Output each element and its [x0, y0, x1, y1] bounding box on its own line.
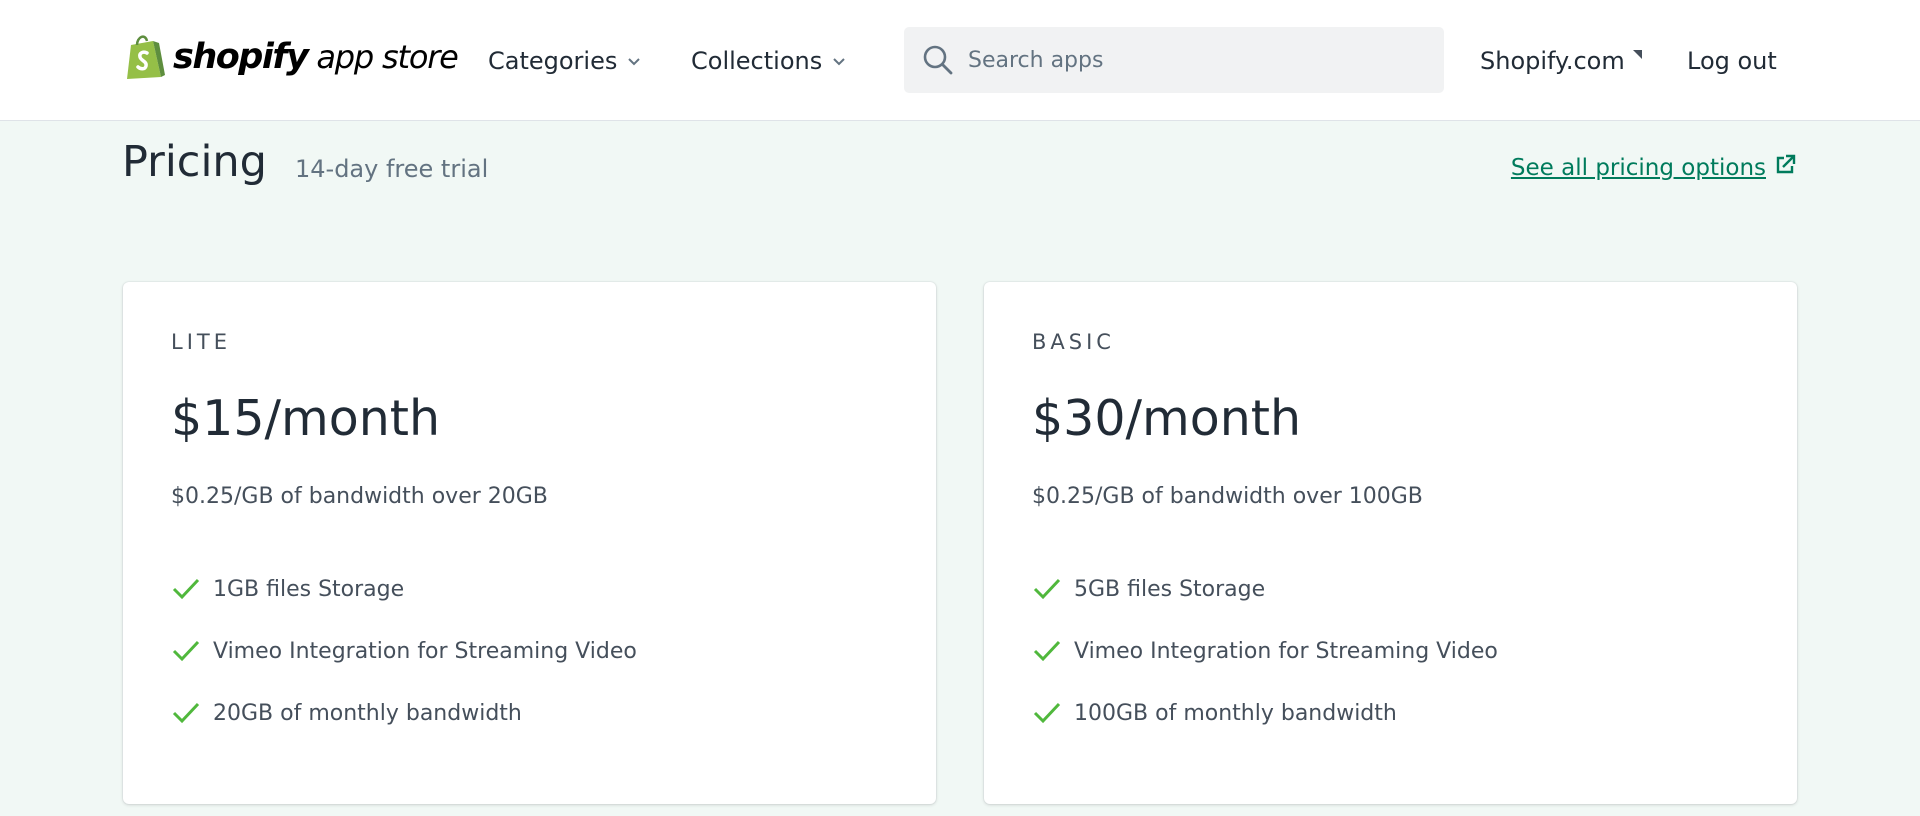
- shopify-bag-icon: [127, 35, 165, 79]
- nav-collections-label: Collections: [691, 47, 823, 75]
- plan-feature-list: 1GB files Storage Vimeo Integration for …: [171, 558, 637, 744]
- plan-card-basic: BASIC $30/month $0.25/GB of bandwidth ov…: [984, 282, 1797, 804]
- feature-text: Vimeo Integration for Streaming Video: [213, 638, 637, 664]
- plan-card-lite: LITE $15/month $0.25/GB of bandwidth ove…: [123, 282, 936, 804]
- nav-categories[interactable]: Categories: [488, 42, 642, 80]
- external-corner-icon: [1632, 49, 1642, 59]
- checkmark-icon: [1033, 578, 1061, 600]
- chevron-down-icon: [628, 58, 641, 66]
- plan-name: BASIC: [1032, 330, 1115, 354]
- see-all-pricing-link[interactable]: See all pricing options: [1510, 154, 1796, 181]
- feature-text: 100GB of monthly bandwidth: [1074, 700, 1397, 726]
- feature-item: 100GB of monthly bandwidth: [1032, 682, 1498, 744]
- feature-item: Vimeo Integration for Streaming Video: [1032, 620, 1498, 682]
- shopify-app-store-logo[interactable]: shopify app store: [123, 32, 459, 82]
- checkmark-icon: [172, 640, 200, 662]
- checkmark-icon: [172, 578, 200, 600]
- plan-overage-note: $0.25/GB of bandwidth over 100GB: [1032, 484, 1423, 509]
- plan-price: $15/month: [171, 390, 441, 447]
- shopify-com-link[interactable]: Shopify.com: [1480, 42, 1642, 80]
- feature-text: 20GB of monthly bandwidth: [213, 700, 522, 726]
- plan-overage-note: $0.25/GB of bandwidth over 20GB: [171, 484, 548, 509]
- feature-item: 5GB files Storage: [1032, 558, 1498, 620]
- feature-text: 5GB files Storage: [1074, 576, 1266, 602]
- top-header: shopify app store Categories Collections…: [0, 0, 1920, 121]
- feature-text: 1GB files Storage: [213, 576, 405, 602]
- feature-item: Vimeo Integration for Streaming Video: [171, 620, 637, 682]
- checkmark-icon: [172, 702, 200, 724]
- search-bar[interactable]: [904, 27, 1444, 93]
- external-link-icon: [1776, 154, 1796, 174]
- shopify-com-label: Shopify.com: [1480, 47, 1625, 75]
- logo-app-store-text: app store: [316, 38, 458, 76]
- nav-categories-label: Categories: [488, 47, 618, 75]
- logo-wordmark: shopify: [173, 37, 309, 77]
- logout-label: Log out: [1687, 47, 1777, 75]
- pricing-title: Pricing: [122, 137, 267, 187]
- nav-collections[interactable]: Collections: [691, 42, 847, 80]
- feature-text: Vimeo Integration for Streaming Video: [1074, 638, 1498, 664]
- free-trial-note: 14-day free trial: [295, 155, 489, 183]
- feature-item: 20GB of monthly bandwidth: [171, 682, 637, 744]
- plan-feature-list: 5GB files Storage Vimeo Integration for …: [1032, 558, 1498, 744]
- search-input[interactable]: [968, 47, 1408, 73]
- logout-link[interactable]: Log out: [1687, 42, 1777, 80]
- checkmark-icon: [1033, 640, 1061, 662]
- plan-name: LITE: [171, 330, 231, 354]
- checkmark-icon: [1033, 702, 1061, 724]
- search-icon: [923, 45, 953, 75]
- plan-price: $30/month: [1032, 390, 1302, 447]
- see-all-pricing-label: See all pricing options: [1510, 155, 1766, 181]
- chevron-down-icon: [833, 58, 845, 66]
- feature-item: 1GB files Storage: [171, 558, 637, 620]
